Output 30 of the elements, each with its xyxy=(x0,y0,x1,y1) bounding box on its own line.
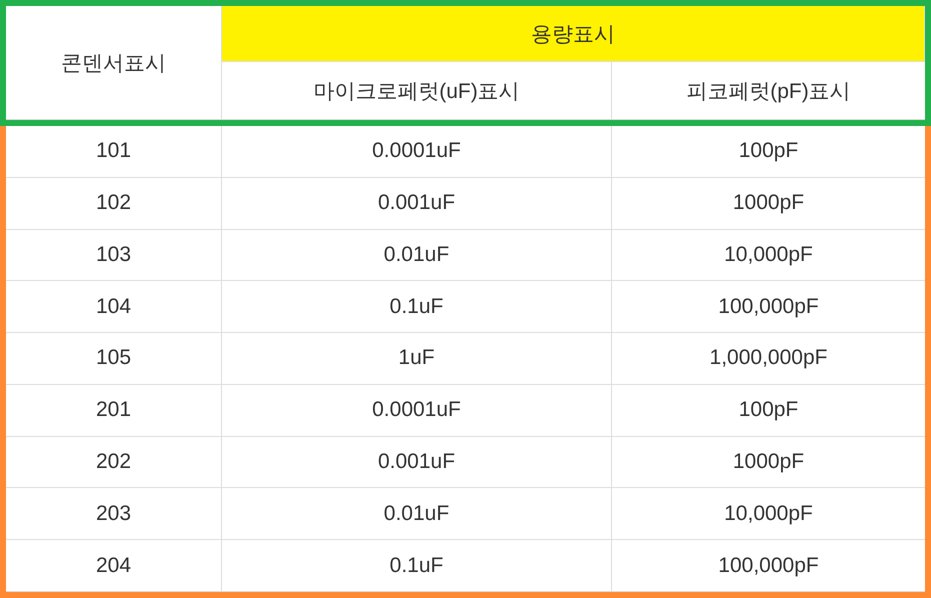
table-cell: 100pF xyxy=(612,384,925,437)
table-cell: 103 xyxy=(6,230,222,282)
table-cell: 102 xyxy=(6,178,222,230)
table-cell: 204 xyxy=(6,540,222,592)
table-cell: 10,000pF xyxy=(612,230,925,282)
table-cell: 0.1uF xyxy=(222,540,612,592)
table-cell: 203 xyxy=(6,488,222,540)
table-cell: 1uF xyxy=(222,333,612,385)
table-cell: 10,000pF xyxy=(612,488,925,540)
table-cell: 0.0001uF xyxy=(222,384,612,437)
table-cell: 201 xyxy=(6,384,222,437)
table-cell: 1000pF xyxy=(612,178,925,230)
table-cell: 1000pF xyxy=(612,436,925,488)
table-cell: 100,000pF xyxy=(612,540,925,592)
table-cell: 100pF xyxy=(612,126,925,178)
column-header: 피코페럿(pF)표시 xyxy=(612,62,925,120)
table-cell: 0.01uF xyxy=(222,488,612,540)
group-header: 용량표시 xyxy=(222,6,925,62)
table-cell: 202 xyxy=(6,436,222,488)
table-cell: 104 xyxy=(6,281,222,334)
table-cell: 0.01uF xyxy=(222,230,612,282)
table-cell: 0.1uF xyxy=(222,281,612,334)
table-cell: 105 xyxy=(6,333,222,385)
table-cell: 0.001uF xyxy=(222,178,612,230)
table-cell: 1,000,000pF xyxy=(612,333,925,385)
table-cell: 100,000pF xyxy=(612,281,925,334)
table-cell: 101 xyxy=(6,126,222,178)
column-header: 마이크로페럿(uF)표시 xyxy=(222,62,612,120)
table-cell: 0.001uF xyxy=(222,436,612,488)
table-cell: 0.0001uF xyxy=(222,126,612,178)
